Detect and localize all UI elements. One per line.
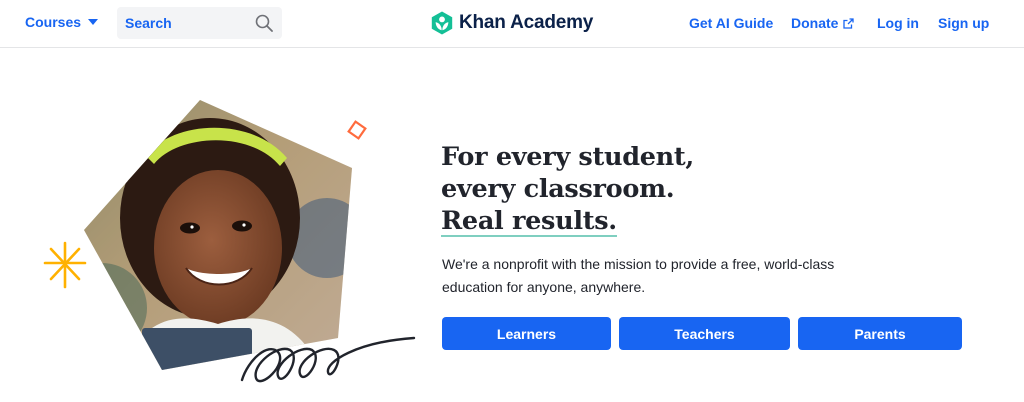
teachers-button[interactable]: Teachers — [619, 317, 790, 350]
parents-button[interactable]: Parents — [798, 317, 962, 350]
courses-menu-button[interactable]: Courses — [25, 14, 99, 30]
brand-logo-link[interactable]: Khan Academy — [431, 11, 593, 35]
login-link[interactable]: Log in — [877, 15, 919, 31]
headline-line-3: Real results. — [441, 206, 617, 237]
chevron-down-icon — [88, 19, 99, 25]
signup-link[interactable]: Sign up — [938, 15, 989, 31]
donate-label: Donate — [791, 15, 839, 31]
learners-button[interactable]: Learners — [442, 317, 611, 350]
hero-headline: For every student, every classroom. Real… — [441, 141, 694, 237]
search-box — [117, 7, 282, 39]
donate-link[interactable]: Donate — [791, 15, 855, 31]
brand-name: Khan Academy — [459, 12, 594, 33]
headline-line-1: For every student, — [441, 142, 694, 172]
headline-line-2: every classroom. — [441, 174, 675, 204]
courses-label: Courses — [25, 14, 82, 30]
top-nav-bar: Courses Khan Academy Get AI Guide Donate… — [0, 0, 1024, 48]
search-icon[interactable] — [255, 14, 273, 32]
hero-tagline: We're a nonprofit with the mission to pr… — [442, 256, 835, 295]
get-ai-guide-link[interactable]: Get AI Guide — [689, 15, 773, 31]
diamond-icon — [347, 120, 367, 140]
sparkle-icon — [43, 241, 87, 289]
squiggle-icon — [240, 336, 416, 383]
external-link-icon — [843, 17, 855, 29]
search-input[interactable] — [125, 15, 245, 31]
khan-logo-icon — [431, 11, 453, 35]
